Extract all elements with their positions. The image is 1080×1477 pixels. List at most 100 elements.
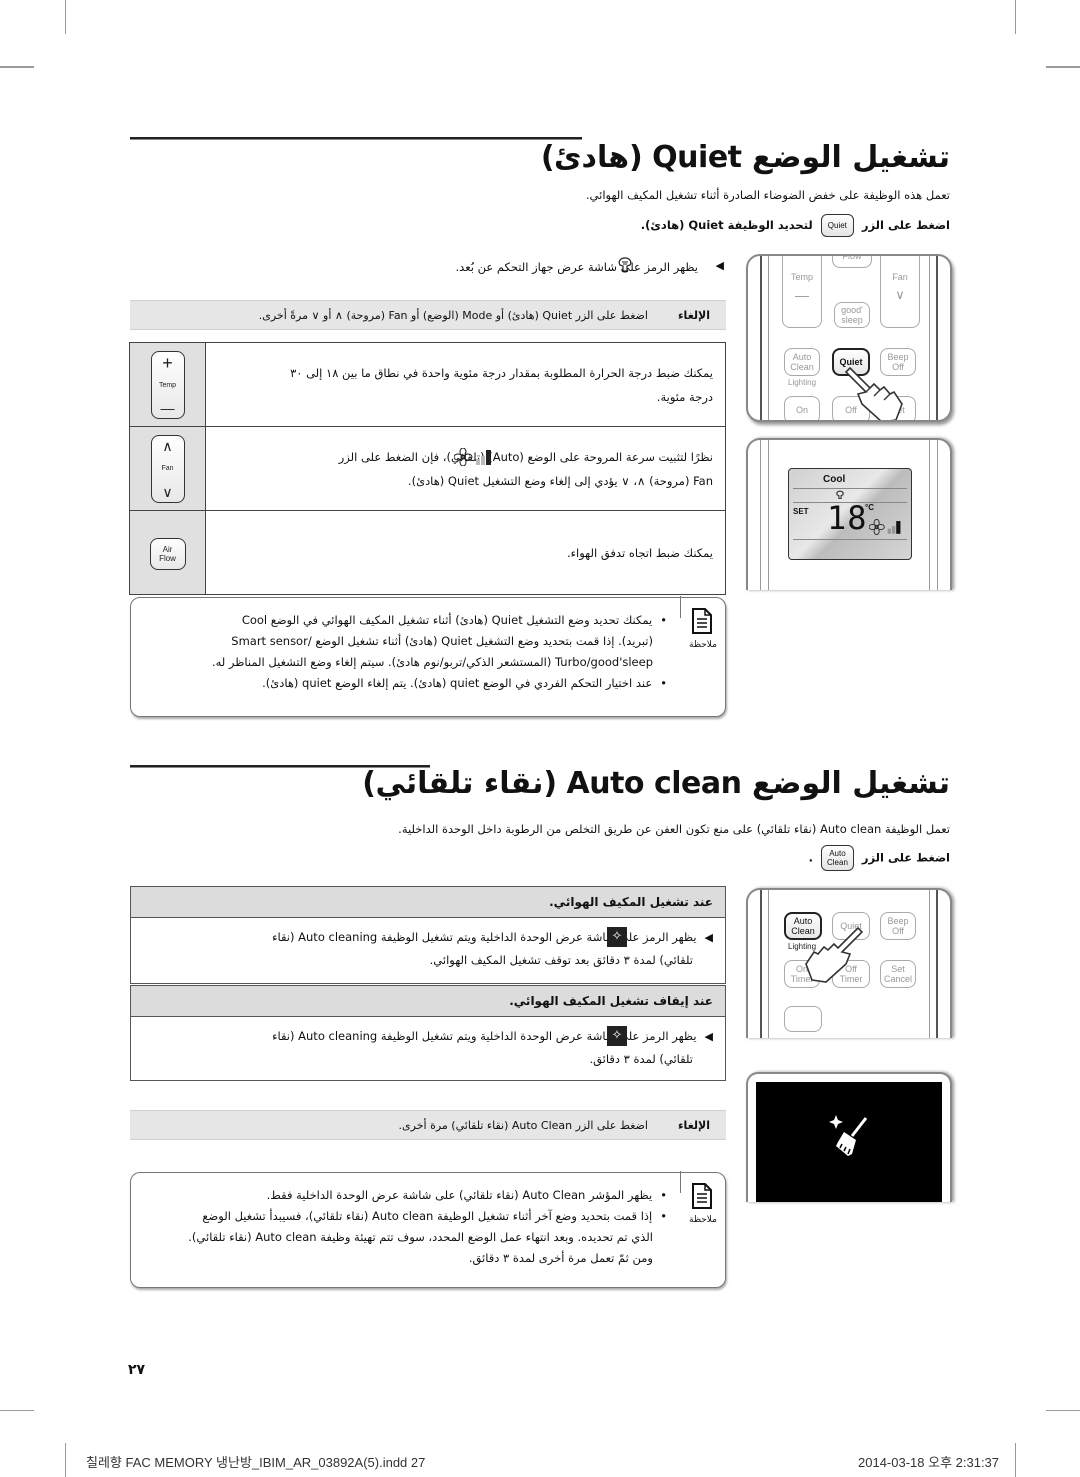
row-text: يمكنك ضبط اتجاه تدفق الهواء. [566, 545, 713, 560]
remote-flow-button[interactable]: Flow [832, 256, 872, 268]
remote-rail [760, 890, 762, 1038]
quiet-indicator-line: ◀ [708, 258, 724, 272]
btn-label: Auto Clean [790, 352, 814, 372]
off-text: تلقائي) لمدة ٣ دقائق. [589, 1052, 693, 1066]
table-cell: نظرًا لتثبيت سرعة المروحة على الوضع (Aut… [205, 426, 726, 511]
cancel-label: الإلغاء [677, 1118, 710, 1132]
remote-rail [768, 890, 769, 1038]
lcd-set-label: SET [793, 507, 809, 516]
autoclean-symbol-icon: ✧ [607, 927, 627, 947]
temp-label: Temp [158, 381, 177, 389]
fan-button-cell: ∧ Fan ∨ [129, 426, 206, 511]
note-list: يمكنك تحديد وضع التشغيل Quiet (هادئ) أثن… [212, 610, 667, 694]
lcd-screen: Cool SET 18 °C [788, 468, 912, 560]
note-list: يظهر المؤشر Auto Clean (نقاء تلقائي) على… [188, 1185, 667, 1269]
remote-temp-button[interactable]: Temp — [782, 256, 822, 328]
indoor-unit-display [746, 1072, 952, 1202]
triangle-bullet-icon: ◀ [704, 1030, 713, 1043]
remote-rail [760, 256, 762, 420]
fan-label: Fan [161, 464, 174, 472]
cancel-label: الإلغاء [677, 308, 710, 322]
note-line: (تبريد). إذا قمت بتحديد وضع التشغيل Quie… [231, 634, 653, 648]
lcd-divider [793, 539, 907, 540]
autoclean-press-instruction: اضغط على الزر Auto Clean . [809, 845, 950, 871]
chevron-down-icon: ∨ [895, 287, 905, 302]
remote-setcancel-button[interactable]: Set Cancel [880, 960, 916, 988]
off-text: يظهر الرمز على شاشة عرض الوحدة الداخلية … [272, 1029, 697, 1043]
note-line: ومن ثمّ تعمل مرة أخرى لمدة ٣ دقائق. [468, 1251, 653, 1265]
remote-rail [929, 256, 930, 420]
table-cell: يمكنك ضبط اتجاه تدفق الهواء. [205, 510, 726, 595]
autoclean-inline-button: Auto Clean [820, 845, 854, 871]
note-line: عند اختيار التحكم الفردي في الوضع quiet … [262, 676, 653, 690]
pointing-hand-icon [844, 366, 903, 420]
on-line-1: ◀ يظهر الرمز على شاشة عرض الوحدة الداخلية… [143, 926, 713, 949]
off-body: ◀ يظهر الرمز على شاشة عرض الوحدة الداخلية… [130, 1017, 726, 1081]
remote-rail [768, 440, 769, 590]
air-label: Air [162, 544, 173, 554]
remote-rail [929, 890, 930, 1038]
broom-sparkle-icon [829, 1115, 868, 1156]
crop-mark [0, 1410, 34, 1411]
lcd-fan-icon [869, 519, 901, 535]
crop-mark [1015, 1443, 1016, 1477]
remote-beepoff-button[interactable]: Beep Off [880, 912, 916, 940]
note-label: ملاحظة [689, 1215, 717, 1225]
remote-on-button[interactable]: On [784, 396, 820, 420]
triangle-bullet-icon: ◀ [704, 931, 713, 944]
off-line-1: ◀ يظهر الرمز على شاشة عرض الوحدة الداخلية… [143, 1025, 713, 1048]
quiet-press-instruction: اضغط على الزر Quiet لتحديد الوظيفة Quiet… [641, 214, 950, 237]
press-after: لتحديد الوظيفة Quiet (هادئ). [640, 218, 813, 232]
remote-rail [929, 440, 930, 590]
remote-control-quiet: Temp — Flow Fan ∨ good' sleep Auto Clean Q… [746, 254, 952, 422]
footer-divider [65, 1445, 66, 1471]
pointing-hand-icon [805, 926, 864, 983]
flow-label: Flow [159, 553, 176, 563]
airflow-button[interactable]: Air Flow [149, 537, 186, 570]
note-line: يمكنك تحديد وضع التشغيل Quiet (هادئ) أثن… [241, 613, 653, 627]
quiet-cancel-bar: الإلغاء اضغط على الزر Quiet (هادئ) أو Mo… [130, 300, 726, 330]
remote-autoclean-button[interactable]: Auto Clean [784, 348, 820, 376]
crop-mark [65, 0, 66, 34]
footer-timestamp: 2014-03-18 오후 2:31:37 [858, 1455, 1000, 1470]
on-heading: عند تشغيل المكيف الهوائي. [130, 886, 726, 918]
minus-icon: — [795, 287, 809, 303]
fan-button[interactable]: ∧ Fan ∨ [150, 434, 185, 503]
press-after: . [808, 850, 813, 865]
crop-mark [0, 66, 34, 68]
minus-icon: — [160, 399, 175, 416]
btn-label: Temp [790, 272, 813, 282]
quiet-inline-button: Quiet [820, 214, 854, 237]
note-item: إذا قمت بتحديد وضع آخر أثناء تشغيل الوظي… [188, 1206, 667, 1269]
plus-icon: + [162, 352, 173, 373]
cancel-text: اضغط على الزر Quiet (هادئ) أو Mode (الوض… [258, 308, 648, 322]
crop-mark [1015, 0, 1016, 34]
fan-auto-icon [454, 447, 491, 466]
temp-button[interactable]: + Temp — [150, 350, 185, 419]
quiet-note-box: ملاحظة يمكنك تحديد وضع التشغيل Quiet (ها… [130, 596, 726, 717]
off-heading: عند إيقاف تشغيل المكيف الهوائي. [130, 985, 726, 1017]
quiet-intro: تعمل هذه الوظيفة على خفض الضوضاء الصادرة… [585, 188, 950, 202]
btn-label: Fan [892, 272, 908, 282]
note-item: يظهر المؤشر Auto Clean (نقاء تلقائي) على… [188, 1185, 667, 1206]
lcd-divider [793, 488, 907, 489]
remote-rail [760, 440, 761, 590]
table-row: + Temp — يمكنك ضبط درجة الحرارة المطلوبة… [129, 342, 726, 427]
lcd-temperature: 18 [827, 499, 868, 537]
autoclean-intro: تعمل الوظيفة Auto clean (نقاء تلقائي) عل… [398, 822, 950, 836]
airflow-button-cell: Air Flow [129, 510, 206, 595]
remote-rail [936, 890, 938, 1038]
on-text: تلقائي) لمدة ٣ دقائق بعد توقف تشغيل المك… [429, 953, 693, 967]
remote-blank-button[interactable] [784, 1006, 822, 1032]
row-text: يمكنك ضبط درجة الحرارة المطلوبة بمقدار د… [290, 365, 713, 380]
note-line: الذي تم تحديده. وبعد انتهاء عمل الوضع ال… [188, 1230, 653, 1244]
autoclean-section-title: تشغيل الوضع Auto clean (نقاء تلقائي) [362, 766, 950, 801]
note-document-icon [692, 608, 712, 634]
remote-fan-button[interactable]: Fan ∨ [880, 256, 920, 328]
chevron-down-icon: ∨ [162, 483, 173, 500]
note-line: يظهر المؤشر Auto Clean (نقاء تلقائي) على… [266, 1188, 653, 1202]
remote-goodsleep-button[interactable]: good' sleep [834, 302, 870, 328]
autoclean-cancel-bar: الإلغاء اضغط على الزر Auto Clean (نقاء ت… [130, 1110, 726, 1140]
row-text-line: نظرًا لتثبيت سرعة المروحة على الوضع (Aut… [338, 449, 713, 464]
quiet-section-title: تشغيل الوضع Quiet (هادئ) [540, 140, 951, 175]
